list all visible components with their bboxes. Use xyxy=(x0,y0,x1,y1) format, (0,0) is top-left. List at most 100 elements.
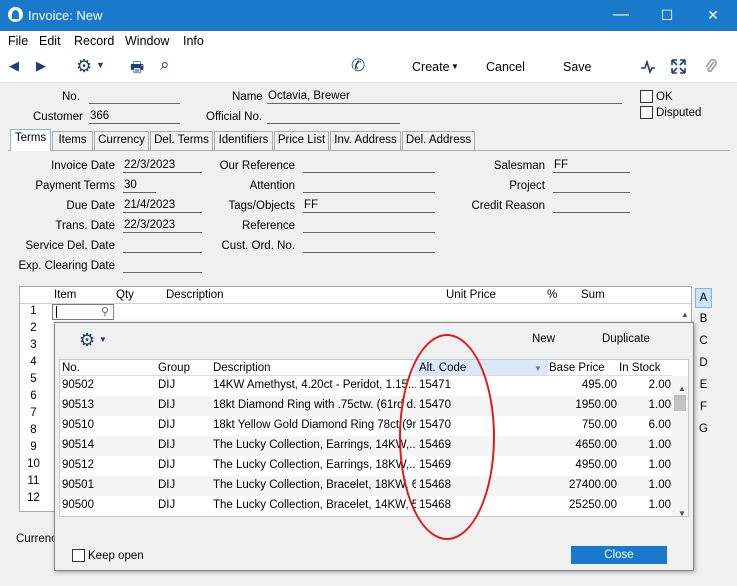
reference-field[interactable] xyxy=(303,218,435,233)
cell-base-price: 495.00 xyxy=(581,379,617,391)
print-icon[interactable]: 🖶 xyxy=(130,57,144,82)
menu-edit[interactable]: Edit xyxy=(39,34,61,48)
tab-del-address[interactable]: Del. Address xyxy=(402,131,475,150)
gear-icon[interactable]: ⚙ xyxy=(76,56,92,77)
cust-ord-no-field[interactable] xyxy=(303,238,435,253)
flip-b-button[interactable]: B xyxy=(695,310,712,330)
paperclip-icon[interactable] xyxy=(704,58,718,75)
disputed-checkbox[interactable] xyxy=(640,106,653,119)
maximize-button[interactable]: ☐ xyxy=(644,0,690,31)
search-icon[interactable]: ⌕ xyxy=(160,55,170,75)
col-no[interactable]: No. xyxy=(62,362,80,374)
name-field[interactable]: Octavia, Brewer xyxy=(267,89,622,104)
popup-gear-icon[interactable]: ⚙ xyxy=(79,330,95,351)
list-scroll-thumb[interactable] xyxy=(674,395,686,411)
tab-del-terms[interactable]: Del. Terms xyxy=(150,131,213,150)
save-button[interactable]: Save xyxy=(563,60,592,74)
cell-in-stock: 2.00 xyxy=(648,379,671,391)
title-bar: Invoice: New — ☐ ✕ xyxy=(0,0,737,31)
invoice-date-field[interactable]: 22/3/2023 xyxy=(123,158,202,173)
flip-e-button[interactable]: E xyxy=(695,376,712,396)
list-item[interactable]: 90501 DIJ The Lucky Collection, Bracelet, … xyxy=(60,476,672,496)
tab-items[interactable]: Items xyxy=(52,131,93,150)
tab-inv-address[interactable]: Inv. Address xyxy=(330,131,401,150)
menu-file[interactable]: File xyxy=(8,34,28,48)
col-group[interactable]: Group xyxy=(158,362,190,374)
reference-label: Reference xyxy=(241,220,295,232)
official-no-field[interactable] xyxy=(267,109,400,124)
keep-open-checkbox[interactable] xyxy=(72,549,85,562)
ok-checkbox[interactable] xyxy=(640,90,653,103)
payment-terms-field[interactable]: 30 xyxy=(123,178,156,193)
cell-no: 90514 xyxy=(62,439,94,451)
flip-d-button[interactable]: D xyxy=(695,354,712,374)
flip-c-button[interactable]: C xyxy=(695,332,712,352)
invoice-date-label: Invoice Date xyxy=(51,160,115,172)
flip-f-button[interactable]: F xyxy=(695,398,712,418)
row-number: 12 xyxy=(27,492,40,504)
list-scroll-down-icon[interactable]: ▼ xyxy=(678,505,686,519)
next-record-icon[interactable]: ▶ xyxy=(36,58,46,74)
duplicate-button[interactable]: Duplicate xyxy=(602,333,650,345)
list-item[interactable]: 90514 DIJ The Lucky Collection, Earrings, … xyxy=(60,436,672,456)
chevron-down-icon[interactable]: ▼ xyxy=(96,60,105,70)
list-item[interactable]: 90513 DIJ 18kt Diamond Ring with .75ctw. (… xyxy=(60,396,672,416)
list-item[interactable]: 90502 DIJ 14KW Amethyst, 4.20ct - Peridot,… xyxy=(60,376,672,396)
salesman-field[interactable]: FF xyxy=(553,158,630,173)
tags-objects-field[interactable]: FF xyxy=(303,198,435,213)
scroll-up-icon[interactable]: ▲ xyxy=(681,306,689,320)
menu-info[interactable]: Info xyxy=(183,34,204,48)
minimize-button[interactable]: — xyxy=(598,0,644,31)
cell-description: 18kt Diamond Ring with .75ctw. (61rd d..… xyxy=(213,399,416,411)
create-button[interactable]: Create xyxy=(412,60,450,74)
tab-price-list[interactable]: Price List xyxy=(274,131,329,150)
activity-icon[interactable] xyxy=(640,60,656,74)
menu-bar: File Edit Record Window Info xyxy=(0,31,737,51)
col-in-stock[interactable]: In Stock xyxy=(619,362,661,374)
list-item[interactable]: 90512 DIJ The Lucky Collection, Earrings, … xyxy=(60,456,672,476)
row-number: 11 xyxy=(27,475,40,487)
credit-reason-label: Credit Reason xyxy=(471,200,545,212)
close-window-button[interactable]: ✕ xyxy=(690,0,736,31)
no-field[interactable] xyxy=(89,89,180,104)
list-item[interactable]: 90500 DIJ The Lucky Collection, Bracelet, … xyxy=(60,496,672,516)
flip-a-button[interactable]: A xyxy=(695,288,712,308)
tab-currency[interactable]: Currency xyxy=(94,131,149,150)
customer-field[interactable]: 366 xyxy=(89,109,180,124)
menu-window[interactable]: Window xyxy=(125,34,169,48)
list-scroll-up-icon[interactable]: ▲ xyxy=(678,380,686,394)
cancel-button[interactable]: Cancel xyxy=(486,60,525,74)
close-button[interactable]: Close xyxy=(571,546,667,564)
list-item[interactable]: 90510 DIJ 18kt Yellow Gold Diamond Ring 78… xyxy=(60,416,672,436)
cell-no: 90501 xyxy=(62,479,94,491)
disputed-label: Disputed xyxy=(656,107,702,119)
row-number: 2 xyxy=(30,322,37,334)
flip-g-button[interactable]: G xyxy=(695,420,712,440)
due-date-field[interactable]: 21/4/2023 xyxy=(123,198,202,213)
menu-record[interactable]: Record xyxy=(74,34,114,48)
paste-special-icon[interactable]: ⚲ xyxy=(101,305,109,318)
due-date-label: Due Date xyxy=(66,200,115,212)
tab-identifiers[interactable]: Identifiers xyxy=(214,131,273,150)
cust-ord-no-label: Cust. Ord. No. xyxy=(221,240,296,252)
previous-record-icon[interactable]: ◀ xyxy=(9,58,19,74)
credit-reason-field[interactable] xyxy=(553,198,630,213)
attention-field[interactable] xyxy=(303,178,435,193)
project-field[interactable] xyxy=(553,178,630,193)
create-dropdown-icon[interactable]: ▼ xyxy=(451,62,459,71)
cell-description: 18kt Yellow Gold Diamond Ring 78ct (9rd) xyxy=(213,419,416,431)
new-button[interactable]: New xyxy=(532,333,555,345)
exp-clearing-date-field[interactable] xyxy=(123,258,202,273)
sort-descending-icon: ▼ xyxy=(534,364,542,373)
trans-date-field[interactable]: 22/3/2023 xyxy=(123,218,202,233)
col-base-price[interactable]: Base Price xyxy=(549,362,605,374)
phone-icon[interactable]: ✆ xyxy=(351,56,365,76)
expand-icon[interactable] xyxy=(671,59,686,74)
popup-chevron-down-icon[interactable]: ▼ xyxy=(99,335,107,344)
cell-base-price: 750.00 xyxy=(581,419,617,431)
service-del-date-field[interactable] xyxy=(123,238,202,253)
tab-terms[interactable]: Terms xyxy=(10,129,51,151)
our-reference-field[interactable] xyxy=(303,158,435,173)
col-description[interactable]: Description xyxy=(213,362,271,374)
cell-no: 90513 xyxy=(62,399,94,411)
